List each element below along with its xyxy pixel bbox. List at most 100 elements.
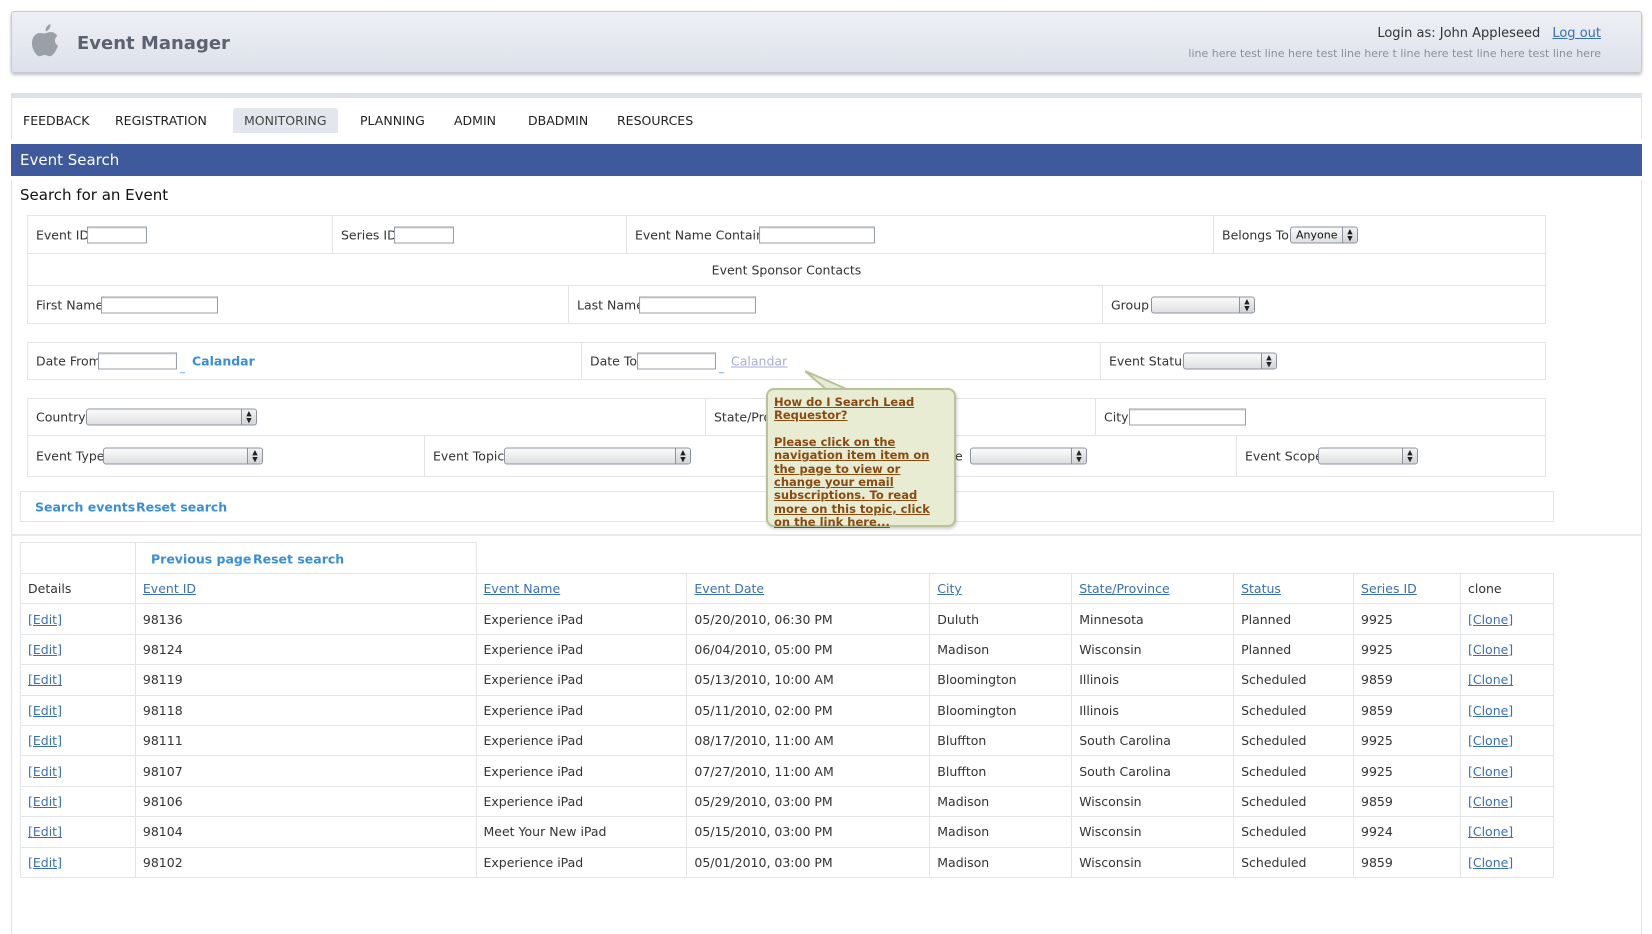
- table-row: [Edit] 98119 Experience iPad 05/13/2010, 10…: [20, 664, 1555, 696]
- country-label: Country: [36, 409, 86, 425]
- clone-link[interactable]: [Clone]: [1468, 855, 1513, 870]
- cell-status: Planned: [1233, 603, 1355, 635]
- event-topic-select[interactable]: ▲ ▼: [504, 447, 691, 465]
- login-user-text: Login as: John Appleseed: [1377, 26, 1541, 41]
- event-name-input[interactable]: [759, 226, 875, 243]
- edit-link[interactable]: [Edit]: [28, 733, 62, 748]
- date-from-calendar-link[interactable]: Calandar: [192, 354, 255, 369]
- belongs-to-select[interactable]: Anyone ▲ ▼: [1290, 226, 1358, 243]
- nav-item-planning[interactable]: PLANNING: [349, 108, 436, 133]
- sort-series-id-link[interactable]: Series ID: [1361, 581, 1417, 596]
- nav-item-dbadmin[interactable]: DBADMIN: [517, 108, 599, 133]
- nav-item-monitoring[interactable]: MONITORING: [233, 108, 338, 133]
- event-type-label: Event Type: [36, 448, 105, 464]
- cell-state: South Carolina: [1071, 724, 1235, 757]
- sort-event-id-link[interactable]: Event ID: [143, 581, 196, 596]
- tooltip-question-link[interactable]: How do I Search Lead Requestor?: [774, 395, 948, 423]
- date-from-separator: _: [180, 363, 185, 375]
- table-row: [Edit] 98136 Experience iPad 05/20/2010, 06…: [20, 603, 1555, 635]
- table-row: [Edit] 98104 Meet Your New iPad 05/15/2010,…: [20, 816, 1555, 848]
- sort-event-name-link[interactable]: Event Name: [484, 581, 561, 596]
- nav-item-feedback[interactable]: FEEDBACK: [12, 108, 100, 133]
- city-input[interactable]: [1129, 408, 1246, 426]
- cell-event-id: 98107: [134, 755, 477, 787]
- hidden-field-select[interactable]: ▲ ▼: [970, 447, 1087, 465]
- details-cell: [Edit]: [20, 846, 136, 878]
- group-select[interactable]: ▲ ▼: [1151, 296, 1255, 313]
- pager-links: Previous page Reset search: [135, 543, 477, 574]
- last-name-cell: Last Name: [569, 286, 1103, 323]
- series-id-cell: Series ID: [333, 216, 627, 253]
- edit-link[interactable]: [Edit]: [28, 612, 62, 627]
- pager-reset-search-button[interactable]: Reset search: [253, 551, 344, 566]
- column-header-series-id: Series ID: [1353, 572, 1461, 605]
- cell-event-name: Experience iPad: [475, 603, 688, 635]
- event-id-label: Event ID: [36, 227, 90, 242]
- cell-event-id: 98111: [134, 724, 477, 757]
- date-to-label: Date To: [590, 353, 638, 369]
- logout-link[interactable]: Log out: [1552, 26, 1601, 41]
- clone-cell: [Clone]: [1459, 633, 1555, 666]
- edit-link[interactable]: [Edit]: [28, 764, 62, 779]
- last-name-input[interactable]: [639, 296, 756, 313]
- cell-status: Scheduled: [1233, 785, 1355, 818]
- clone-link[interactable]: [Clone]: [1468, 642, 1513, 657]
- first-name-input[interactable]: [101, 296, 218, 313]
- event-scope-select[interactable]: ▲ ▼: [1318, 447, 1418, 465]
- date-to-calendar-link[interactable]: Calandar: [731, 354, 787, 369]
- details-cell: [Edit]: [20, 755, 136, 787]
- sort-state-link[interactable]: State/Province: [1079, 581, 1170, 596]
- belongs-to-cell: Belongs To Anyone ▲ ▼: [1214, 216, 1547, 253]
- cell-series-id: 9859: [1353, 785, 1461, 818]
- event-type-select[interactable]: ▲ ▼: [103, 447, 263, 465]
- app-title: Event Manager: [77, 33, 230, 54]
- event-id-input[interactable]: [87, 226, 147, 243]
- page-right-border: [1641, 180, 1642, 934]
- clone-link[interactable]: [Clone]: [1468, 794, 1513, 809]
- edit-link[interactable]: [Edit]: [28, 672, 62, 687]
- event-status-label: Event Status: [1109, 353, 1189, 369]
- edit-link[interactable]: [Edit]: [28, 642, 62, 657]
- edit-link[interactable]: [Edit]: [28, 824, 62, 839]
- edit-link[interactable]: [Edit]: [28, 703, 62, 718]
- date-to-separator: _: [719, 363, 724, 375]
- clone-link[interactable]: [Clone]: [1468, 824, 1513, 839]
- reset-search-button[interactable]: Reset search: [136, 499, 227, 514]
- search-events-button[interactable]: Search events: [35, 499, 135, 514]
- edit-link[interactable]: [Edit]: [28, 794, 62, 809]
- nav-item-resources[interactable]: RESOURCES: [606, 108, 704, 133]
- sort-status-link[interactable]: Status: [1241, 581, 1281, 596]
- clone-link[interactable]: [Clone]: [1468, 764, 1513, 779]
- clone-link[interactable]: [Clone]: [1468, 733, 1513, 748]
- search-row-dates: Date From _ Calandar Date To _ Calandar …: [27, 342, 1546, 380]
- cell-event-id: 98102: [134, 846, 477, 878]
- cell-state: Illinois: [1071, 694, 1235, 726]
- sort-city-link[interactable]: City: [937, 581, 962, 596]
- cell-state: Wisconsin: [1071, 816, 1235, 848]
- cell-series-id: 9859: [1353, 846, 1461, 878]
- table-row: [Edit] 98107 Experience iPad 07/27/2010, 11…: [20, 755, 1555, 787]
- date-to-input[interactable]: [637, 352, 716, 370]
- edit-link[interactable]: [Edit]: [28, 855, 62, 870]
- nav-item-registration[interactable]: REGISTRATION: [104, 108, 218, 133]
- country-select[interactable]: ▲ ▼: [86, 408, 257, 426]
- series-id-input[interactable]: [394, 226, 454, 243]
- sort-event-date-link[interactable]: Event Date: [694, 581, 764, 596]
- tooltip-body-link[interactable]: Please click on the navigation item item…: [774, 435, 948, 530]
- previous-page-button[interactable]: Previous page: [151, 551, 251, 566]
- cell-event-id: 98124: [134, 633, 477, 666]
- event-name-label: Event Name Contains: [635, 227, 771, 242]
- nav-item-admin[interactable]: ADMIN: [443, 108, 507, 133]
- cell-status: Scheduled: [1233, 755, 1355, 787]
- cell-series-id: 9925: [1353, 755, 1461, 787]
- clone-link[interactable]: [Clone]: [1468, 703, 1513, 718]
- event-status-select[interactable]: ▲ ▼: [1183, 352, 1277, 370]
- cell-city: Bloomington: [929, 664, 1073, 696]
- apple-logo-icon: [31, 24, 58, 57]
- cell-state: Illinois: [1071, 664, 1235, 696]
- date-from-input[interactable]: [98, 352, 177, 370]
- clone-cell: [Clone]: [1459, 664, 1555, 696]
- clone-link[interactable]: [Clone]: [1468, 672, 1513, 687]
- column-header-event-name: Event Name: [475, 572, 688, 605]
- clone-link[interactable]: [Clone]: [1468, 612, 1513, 627]
